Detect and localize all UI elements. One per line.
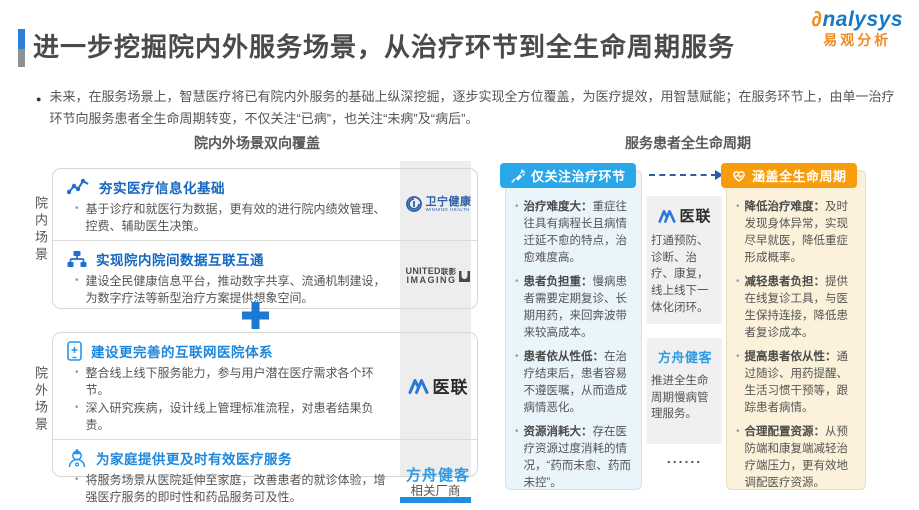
pain-point: •患者负担重：慢病患者需要定期复诊、长期用药，来回奔波带来较高成本。 [515,274,633,342]
service-row-title: 建设更完善的互联网医院体系 [91,341,273,361]
doctor-icon [67,448,87,468]
heart-pulse-icon [731,168,747,183]
plus-icon [242,302,269,329]
right-section-title: 服务患者全生命周期 [508,133,868,153]
service-row-content: 为家庭提供更及时有效医疗服务 •将服务场景从医院延伸至家庭，改善患者的就诊体验，… [53,440,399,510]
winning-health-icon [405,195,423,213]
dashed-arrow-icon [649,174,717,176]
group-out-hospital: 建设更完善的互联网医院体系 •整合线上线下服务能力，参与用户潜在医疗需求各个环节… [52,332,478,477]
vertical-label-in-hospital: 院内场景 [31,196,50,264]
pain-point: •资源消耗大：存在医疗资源过度消耗的情况，“药而未愈、药而未控”。 [515,424,633,490]
page-title: 进一步挖掘院内外服务场景，从治疗环节到全生命周期服务 [33,27,735,64]
trend-chart-icon [67,178,90,196]
service-row: 建设更完善的互联网医院体系 •整合线上线下服务能力，参与用户潜在医疗需求各个环节… [53,333,477,440]
more-vendors-ellipsis: ...... [647,450,722,466]
analysys-swirl-icon: ∂ [812,8,823,31]
group-in-hospital: 夯实医疗信息化基础 •基于诊疗和就医行为数据，更有效的进行院内绩效管理、控费、辅… [52,168,478,309]
service-row-content: 建设更完善的互联网医院体系 •整合线上线下服务能力，参与用户潜在医疗需求各个环节… [53,333,399,439]
card-treatment-only: •治疗难度大：重症往往具有病程长且病情迁延不愈的特点，治愈难度高。 •患者负担重… [505,170,642,490]
badge-treatment-only: 仅关注治疗环节 [500,163,636,188]
vendor-strip-underline [400,497,471,503]
vertical-label-out-hospital: 院外场景 [31,366,50,434]
service-bullet: •深入研究疾病，设计线上管理标准流程，对患者结果负责。 [75,400,395,435]
mid-vendor-block-medlinker: 医联 打通预防、诊断、治疗、康复，线上线下一体化闭环。 [647,196,722,324]
intro-text: 未来，在服务场景上，智慧医疗将已有院内外服务的基础上纵深挖掘，逐步实现全方位覆盖… [49,86,898,130]
intro-paragraph: ● 未来，在服务场景上，智慧医疗将已有院内外服务的基础上纵深挖掘，逐步实现全方位… [36,86,898,130]
vendor-logo-united-imaging: UNITED联影 IMAGING [399,241,477,312]
service-row-title: 夯实医疗信息化基础 [99,177,225,197]
fangzhou-logo: 方舟健客 [651,347,719,366]
vendor-logo-medlinker: 医联 [399,333,477,439]
service-row-title: 为家庭提供更及时有效医疗服务 [96,448,292,468]
phone-cross-icon [67,341,82,361]
medlinker-icon [408,378,429,394]
service-row-title: 实现院内院间数据互联互通 [96,249,264,269]
left-section-title: 院内外场景双向覆盖 [42,133,472,153]
benefit-point: •合理配置资源：从预防端和康复端减轻治疗端压力，更有效地调配医疗资源。 [736,424,857,490]
pain-point: •患者依从性低：在治疗结束后，患者容易不遵医嘱，从而造成病情恶化。 [515,349,633,417]
mid-vendor-text: 推进全生命周期慢病管理服务。 [651,373,719,423]
analysys-logo: ∂nalysys 易观分析 [812,8,903,48]
org-network-icon [67,250,87,268]
pain-point: •治疗难度大：重症往往具有病程长且病情迁延不愈的特点，治愈难度高。 [515,199,633,267]
syringe-icon [510,168,526,184]
united-imaging-icon [459,271,470,282]
benefit-point: •降低治疗难度：及时发现身体异常，实现尽早就医，降低重症形成概率。 [736,199,857,267]
service-bullet: •建设全民健康信息平台，推动数字共享、流通机制建设，为数字疗法等新型治疗方案提供… [75,273,395,308]
analysys-logo-en: ∂nalysys [812,8,903,32]
mid-vendor-block-fangzhou: 方舟健客 推进全生命周期慢病管理服务。 [647,338,722,444]
medlinker-logo: 医联 [651,205,719,226]
intro-bullet-marker: ● [36,92,41,130]
service-bullet: •整合线上线下服务能力，参与用户潜在医疗需求各个环节。 [75,365,395,400]
benefit-point: •减轻患者负担：提供在线复诊工具，与医生保持连接，降低患者复诊成本。 [736,274,857,342]
analysys-logo-cn: 易观分析 [812,32,903,48]
title-accent-bar [18,29,25,67]
service-bullet: •将服务场景从医院延伸至家庭，改善患者的就诊体验，增强医疗服务的即时性和药品服务… [75,472,395,507]
vendor-logo-winning-health: 卫宁健康 WINNING HEALTH [399,169,477,240]
service-row-content: 夯实医疗信息化基础 •基于诊疗和就医行为数据，更有效的进行院内绩效管理、控费、辅… [53,169,399,240]
card-full-lifecycle: •降低治疗难度：及时发现身体异常，实现尽早就医，降低重症形成概率。 •减轻患者负… [726,170,866,490]
service-row: 实现院内院间数据互联互通 •建设全民健康信息平台，推动数字共享、流通机制建设，为… [53,241,477,312]
badge-full-lifecycle: 涵盖全生命周期 [721,163,857,188]
service-row-content: 实现院内院间数据互联互通 •建设全民健康信息平台，推动数字共享、流通机制建设，为… [53,241,399,312]
medlinker-icon [658,209,676,223]
service-bullet: •基于诊疗和就医行为数据，更有效的进行院内绩效管理、控费、辅助医生决策。 [75,201,395,236]
service-row: 夯实医疗信息化基础 •基于诊疗和就医行为数据，更有效的进行院内绩效管理、控费、辅… [53,169,477,241]
mid-vendor-text: 打通预防、诊断、治疗、康复，线上线下一体化闭环。 [651,233,719,316]
benefit-point: •提高患者依从性：通过随诊、用药提醒、生活习惯干预等，跟踪患者病情。 [736,349,857,417]
